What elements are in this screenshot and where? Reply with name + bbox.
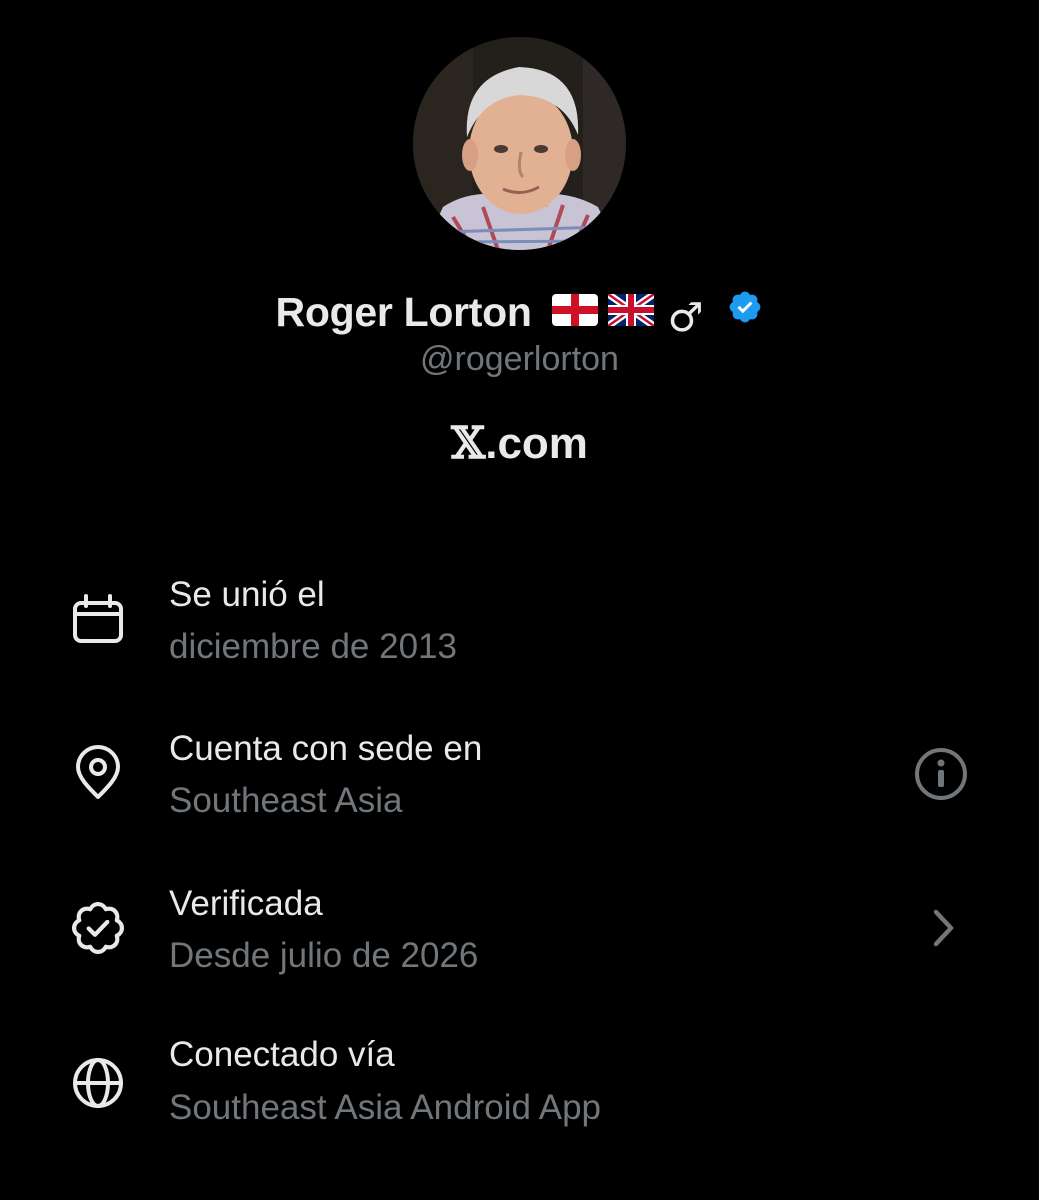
verified-badge-outline-icon [71,901,125,955]
location-title: Cuenta con sede en [169,729,483,768]
info-icon[interactable] [913,746,969,802]
site-label: 𝕏.com [0,418,1039,469]
england-flag-icon [551,293,598,331]
connected-row: Conectado vía Southeast Asia Android App [0,1035,1039,1155]
connected-value: Southeast Asia Android App [169,1088,601,1127]
profile-name-row: Roger Lorton ♂ [0,282,1039,342]
verified-badge-icon[interactable] [727,289,763,330]
chevron-right-icon[interactable] [915,900,971,956]
joined-value: diciembre de 2013 [169,627,457,666]
x-logo-icon: 𝕏 [451,418,486,469]
display-name: Roger Lorton [275,288,532,335]
verified-value: Desde julio de 2026 [169,936,479,975]
verified-row[interactable]: Verificada Desde julio de 2026 [0,880,1039,1000]
male-symbol-icon: ♂ [667,295,704,341]
profile-handle: @rogerlorton [420,340,619,378]
uk-flag-icon [605,290,656,331]
site-label-text: .com [485,419,588,468]
joined-title: Se unió el [169,575,325,614]
location-row: Cuenta con sede en Southeast Asia [0,725,1039,845]
verified-title: Verificada [169,884,323,923]
location-value: Southeast Asia [169,781,403,820]
calendar-icon [73,594,123,643]
avatar-portrait [413,37,626,250]
profile-avatar[interactable] [413,37,626,250]
location-pin-icon [76,745,120,799]
globe-icon [73,1058,123,1108]
connected-title: Conectado vía [169,1035,395,1074]
joined-row: Se unió el diciembre de 2013 [0,570,1039,690]
